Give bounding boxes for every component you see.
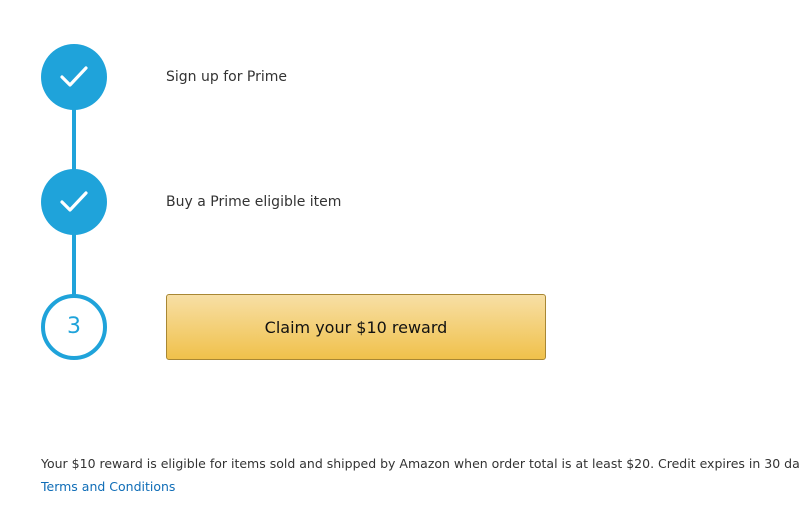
step-connector: [72, 104, 76, 174]
step-connector: [72, 230, 76, 300]
checkmark-icon: [60, 66, 88, 87]
claim-reward-button[interactable]: Claim your $10 reward: [166, 294, 546, 360]
reward-eligibility-note: Your $10 reward is eligible for items so…: [41, 456, 800, 471]
claim-reward-button-label: Claim your $10 reward: [264, 317, 448, 337]
step-3-current-indicator: 3: [41, 294, 107, 360]
step-2-label: Buy a Prime eligible item: [166, 194, 342, 210]
step-1-label: Sign up for Prime: [166, 69, 287, 85]
step-1-complete-indicator: [41, 44, 107, 110]
step-3-number: 3: [67, 314, 81, 339]
terms-and-conditions-link[interactable]: Terms and Conditions: [41, 479, 175, 494]
checkmark-icon: [60, 191, 88, 212]
step-2-complete-indicator: [41, 169, 107, 235]
